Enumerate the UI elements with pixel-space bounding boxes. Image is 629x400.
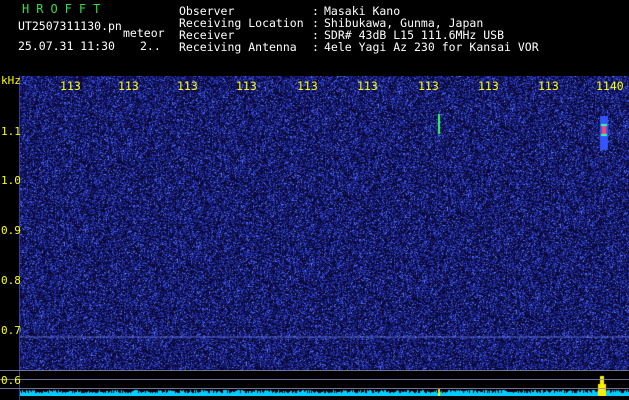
x-tick-label: 113 [357, 79, 378, 93]
spectrum-divider-top [0, 370, 629, 371]
x-tick-label: 113 [118, 79, 139, 93]
y-tick-label: 0.7 [1, 324, 21, 337]
info-label: Receiving Antenna [179, 40, 297, 54]
timestamp: 25.07.31 11:30 [18, 39, 115, 53]
y-tick-label: 1.0 [1, 174, 21, 187]
x-tick-label: 113 [478, 79, 499, 93]
spectrum-divider-middle [0, 379, 629, 380]
y-tick-label: 0.9 [1, 224, 21, 237]
spectrum-divider-bottom [0, 388, 629, 389]
y-tick-label: 0.8 [1, 274, 21, 287]
x-tick-label: 113 [538, 79, 559, 93]
x-tick-label: 113 [177, 79, 198, 93]
x-tick-label: 1140 [596, 79, 624, 93]
hrofft-window: HROFFT UT2507311130.pn meteor 25.07.31 1… [0, 0, 629, 400]
y-tick-label: 0.6 [1, 374, 21, 387]
spectrogram-canvas [20, 76, 629, 396]
unit-label: kHz [1, 74, 21, 87]
spectrogram-plot [20, 76, 629, 396]
y-tick-label: 1.1 [1, 125, 21, 138]
info-value: 4ele Yagi Az 230 for Kansai VOR [324, 40, 539, 54]
x-tick-label: 113 [297, 79, 318, 93]
info-separator: : [312, 40, 319, 54]
x-tick-label: 113 [418, 79, 439, 93]
timestamp-extra: 2.. [140, 39, 161, 53]
meteor-tag: meteor [123, 26, 165, 40]
app-title: HROFFT [22, 2, 108, 16]
x-tick-label: 113 [60, 79, 81, 93]
x-tick-label: 113 [236, 79, 257, 93]
file-name: UT2507311130.pn [18, 19, 122, 33]
